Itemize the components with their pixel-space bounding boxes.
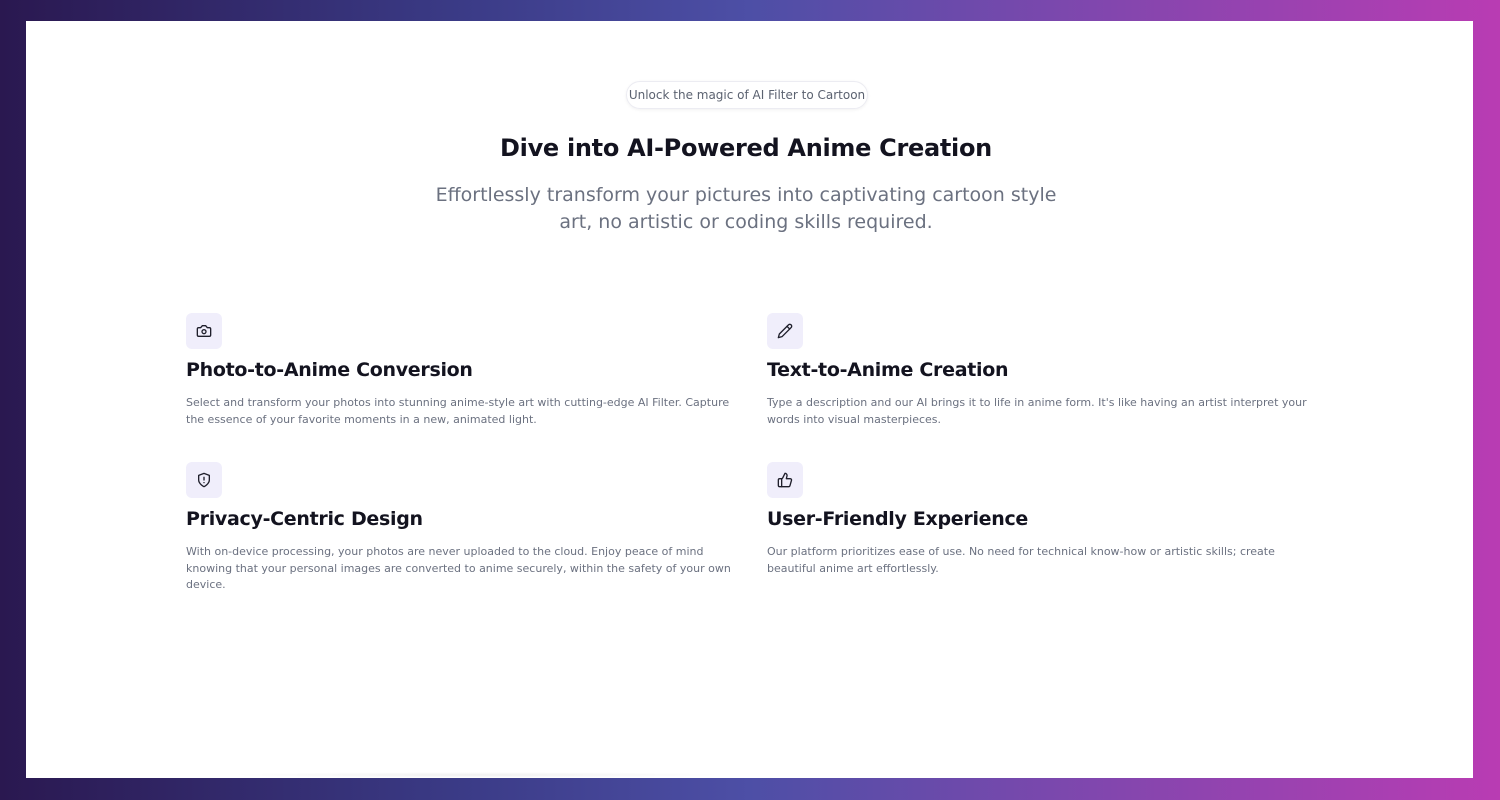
feature-user-friendly: User-Friendly Experience Our platform pr…	[767, 462, 1315, 577]
feature-section: Unlock the magic of AI Filter to Cartoon…	[26, 21, 1473, 778]
thumbs-up-icon	[767, 462, 803, 498]
feature-description: Type a description and our AI brings it …	[767, 396, 1307, 426]
feature-description: Select and transform your photos into st…	[186, 396, 730, 426]
feature-title: Text-to-Anime Creation	[767, 359, 1009, 381]
feature-privacy: Privacy-Centric Design With on-device pr…	[186, 462, 734, 594]
shield-icon	[186, 462, 222, 498]
feature-description: Our platform prioritizes ease of use. No…	[767, 545, 1275, 575]
pencil-icon	[767, 313, 803, 349]
bottom-shadow	[226, 772, 726, 778]
section-badge: Unlock the magic of AI Filter to Cartoon	[626, 81, 868, 109]
section-title: Dive into AI-Powered Anime Creation	[500, 134, 992, 162]
feature-description: With on-device processing, your photos a…	[186, 545, 731, 591]
feature-text-to-anime: Text-to-Anime Creation Type a descriptio…	[767, 313, 1315, 428]
camera-icon	[186, 313, 222, 349]
feature-photo-to-anime: Photo-to-Anime Conversion Select and tra…	[186, 313, 734, 428]
feature-title: User-Friendly Experience	[767, 508, 1029, 530]
feature-title: Photo-to-Anime Conversion	[186, 359, 473, 381]
section-subtitle: Effortlessly transform your pictures int…	[435, 184, 1057, 233]
feature-title: Privacy-Centric Design	[186, 508, 423, 530]
